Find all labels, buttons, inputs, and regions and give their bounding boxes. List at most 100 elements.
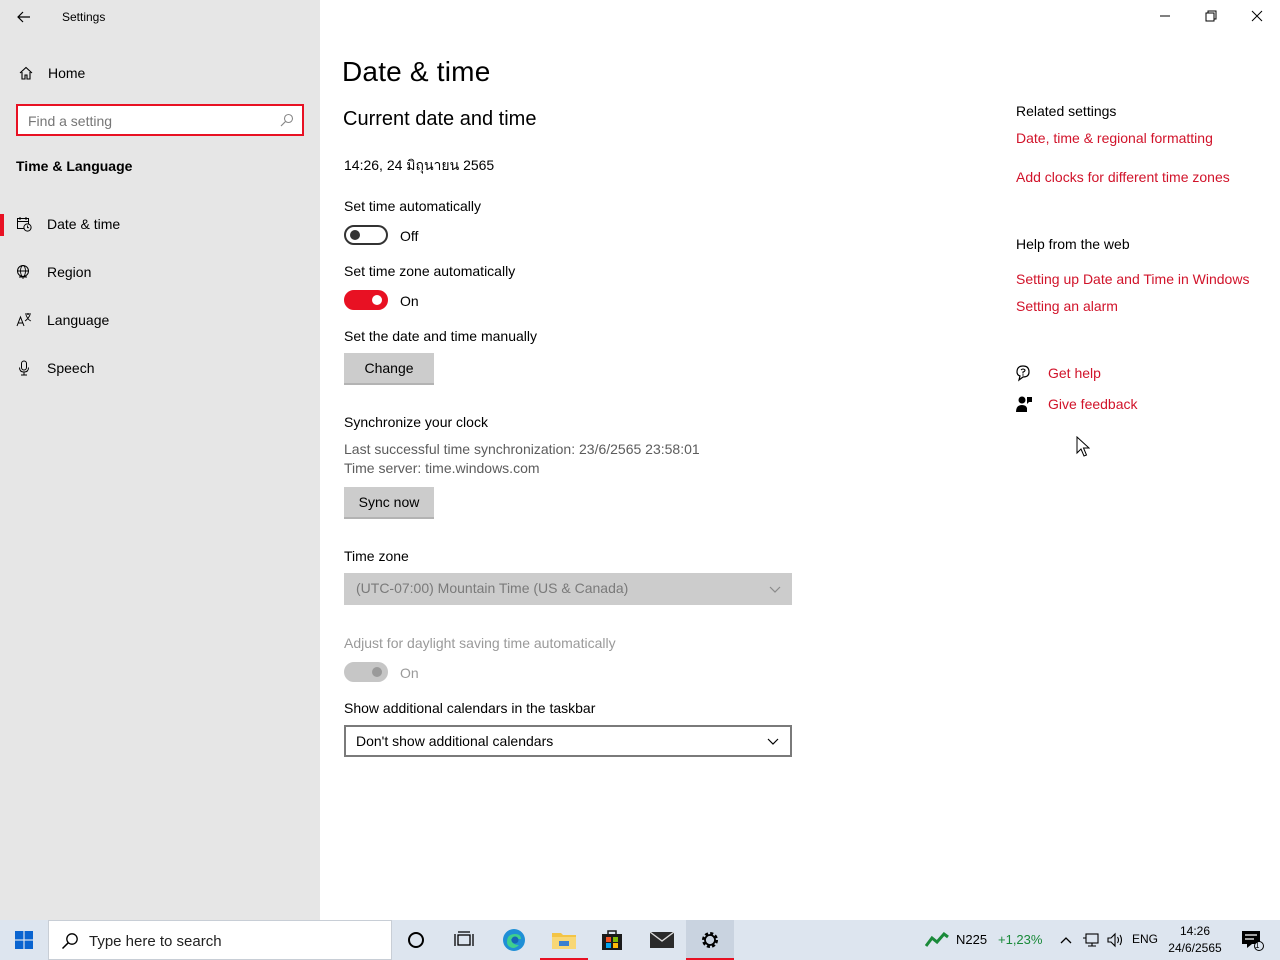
- sidebar-item-label: Language: [47, 312, 110, 328]
- give-feedback-label: Give feedback: [1048, 396, 1138, 412]
- dst-state: On: [400, 665, 419, 681]
- mail-button[interactable]: [638, 920, 686, 960]
- close-button[interactable]: [1234, 0, 1280, 32]
- back-arrow-icon: [17, 11, 30, 23]
- calendars-dropdown[interactable]: Don't show additional calendars: [344, 725, 792, 757]
- taskbar-search-box[interactable]: Type here to search: [48, 920, 392, 960]
- help-from-web-heading: Help from the web: [1016, 236, 1130, 252]
- set-tz-auto-label: Set time zone automatically: [344, 263, 516, 279]
- set-tz-auto-state: On: [400, 293, 419, 309]
- file-explorer-button[interactable]: [540, 920, 588, 960]
- sync-now-button[interactable]: Sync now: [344, 487, 434, 519]
- close-icon: [1251, 10, 1263, 22]
- setting-an-alarm-link[interactable]: Setting an alarm: [1016, 298, 1118, 314]
- sidebar-item-label: Date & time: [47, 216, 121, 232]
- set-time-auto-state: Off: [400, 228, 419, 244]
- sidebar-item-label: Speech: [47, 360, 95, 376]
- section-heading: Time & Language: [16, 158, 133, 174]
- stock-widget-icon[interactable]: [924, 920, 950, 960]
- calendars-label: Show additional calendars in the taskbar: [344, 700, 596, 716]
- sidebar-item-date-time[interactable]: Date & time: [0, 204, 320, 244]
- restore-button[interactable]: [1188, 0, 1234, 32]
- store-bag-icon: [602, 930, 622, 950]
- cortana-circle-icon: [408, 932, 424, 948]
- sidebar-item-home[interactable]: Home: [0, 58, 320, 88]
- task-view-button[interactable]: [440, 920, 488, 960]
- set-tz-auto-toggle[interactable]: [344, 290, 388, 310]
- toggle-knob: [350, 230, 360, 240]
- dst-toggle[interactable]: [344, 662, 388, 682]
- network-icon: [1083, 933, 1099, 947]
- time-server-text: Time server: time.windows.com: [344, 460, 540, 476]
- set-time-auto-toggle[interactable]: [344, 225, 388, 245]
- minimize-button[interactable]: [1142, 0, 1188, 32]
- settings-taskbar-button[interactable]: [686, 920, 734, 960]
- home-icon: [18, 65, 34, 86]
- window-title: Settings: [62, 10, 106, 24]
- show-hidden-icons-button[interactable]: [1056, 920, 1076, 960]
- chevron-down-icon: [769, 586, 781, 593]
- related-settings-heading: Related settings: [1016, 103, 1117, 119]
- setting-up-date-time-link[interactable]: Setting up Date and Time in Windows: [1016, 271, 1249, 287]
- sidebar-item-speech[interactable]: Speech: [0, 348, 320, 388]
- task-view-icon: [454, 931, 474, 946]
- current-date-time-value: 14:26, 24 มิถุนายน 2565: [344, 157, 495, 173]
- mouse-cursor-icon: [1076, 435, 1091, 463]
- notification-center-button[interactable]: 1: [1232, 920, 1272, 960]
- windows-logo-icon: [15, 931, 33, 949]
- back-button[interactable]: [10, 4, 38, 30]
- add-clocks-link[interactable]: Add clocks for different time zones: [1016, 169, 1230, 185]
- window-controls: [1142, 0, 1280, 32]
- folder-icon: [552, 933, 576, 949]
- home-label: Home: [48, 65, 86, 81]
- chevron-down-icon: [767, 738, 779, 745]
- notification-icon: [1242, 931, 1264, 951]
- regional-formatting-link[interactable]: Date, time & regional formatting: [1016, 130, 1213, 146]
- stock-name[interactable]: N225: [956, 932, 987, 947]
- cortana-button[interactable]: [392, 920, 440, 960]
- stock-change[interactable]: +1,23%: [998, 932, 1042, 947]
- set-time-auto-label: Set time automatically: [344, 198, 481, 214]
- chevron-up-icon: [1060, 937, 1072, 944]
- calendar-clock-icon: [16, 216, 32, 237]
- taskbar-clock[interactable]: 14:26 24/6/2565: [1166, 923, 1224, 957]
- find-setting-search[interactable]: [16, 104, 304, 136]
- toggle-knob: [372, 295, 382, 305]
- page-title: Date & time: [342, 56, 491, 87]
- globe-icon: [16, 264, 32, 285]
- edge-button[interactable]: [490, 920, 538, 960]
- settings-window: Settings Home Time & Language Date & tim…: [0, 0, 1280, 920]
- clock-date: 24/6/2565: [1168, 941, 1222, 955]
- notification-count: 1: [1255, 941, 1260, 950]
- sidebar-item-region[interactable]: Region: [0, 252, 320, 292]
- stock-chart-icon: [925, 932, 949, 947]
- find-setting-input[interactable]: [28, 112, 268, 130]
- clock-time: 14:26: [1179, 924, 1211, 938]
- calendars-value: Don't show additional calendars: [356, 733, 554, 749]
- feedback-person-icon: [1014, 394, 1034, 419]
- mail-envelope-icon: [649, 931, 675, 948]
- minimize-icon: [1160, 15, 1170, 17]
- current-date-time-heading: Current date and time: [343, 108, 537, 130]
- dst-label: Adjust for daylight saving time automati…: [344, 635, 616, 651]
- taskbar: Type here to search N225 +1,23% ENG 14:2…: [0, 920, 1280, 960]
- time-zone-dropdown[interactable]: (UTC-07:00) Mountain Time (US & Canada): [344, 573, 792, 605]
- change-button[interactable]: Change: [344, 353, 434, 385]
- sidebar: Settings Home Time & Language Date & tim…: [0, 0, 320, 920]
- edge-browser-icon: [503, 929, 525, 951]
- input-language[interactable]: ENG: [1132, 932, 1158, 946]
- volume-button[interactable]: [1104, 920, 1126, 960]
- speaker-icon: [1107, 932, 1123, 948]
- taskbar-search-placeholder: Type here to search: [89, 933, 222, 950]
- sidebar-item-language[interactable]: Language: [0, 300, 320, 340]
- search-icon[interactable]: [280, 113, 294, 132]
- store-button[interactable]: [588, 920, 636, 960]
- active-indicator: [0, 214, 4, 236]
- toggle-knob: [372, 667, 382, 677]
- start-button[interactable]: [0, 920, 48, 960]
- chat-help-icon: [1014, 363, 1034, 388]
- microphone-icon: [16, 360, 32, 381]
- network-button[interactable]: [1080, 920, 1102, 960]
- search-icon: [61, 932, 79, 955]
- sidebar-item-label: Region: [47, 264, 92, 280]
